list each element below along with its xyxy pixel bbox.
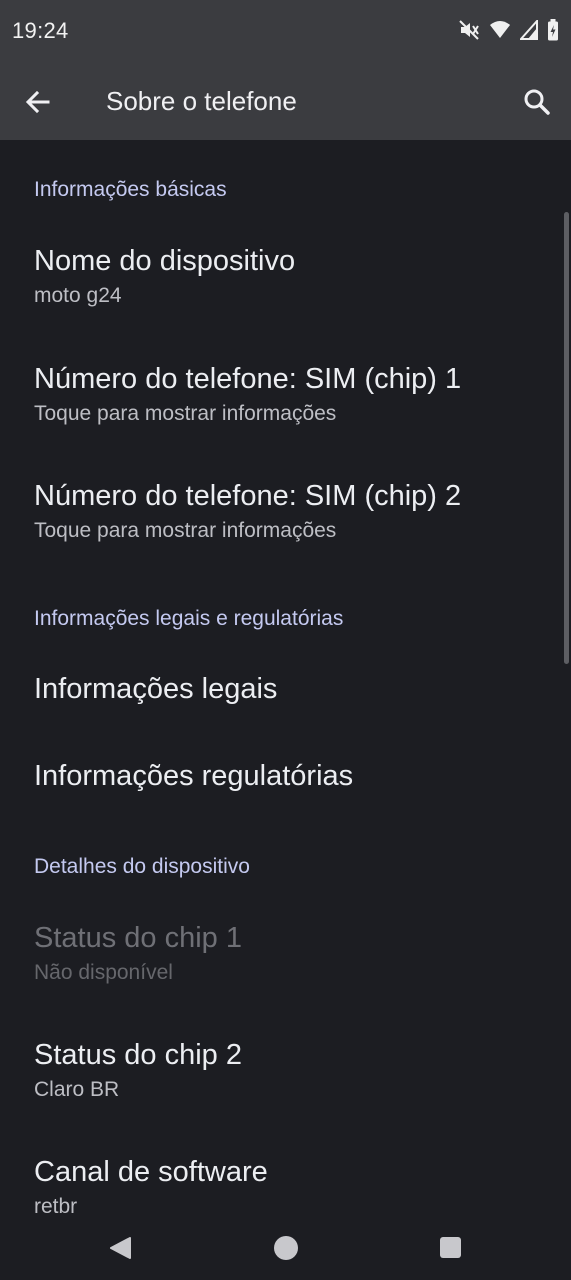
pref-title: Status do chip 2 (34, 1039, 242, 1071)
pref-legal-info[interactable]: Informações legais (34, 671, 544, 707)
section-header-basic: Informações básicas (34, 178, 227, 201)
pref-software-channel[interactable]: Canal de software retbr (34, 1154, 544, 1220)
pref-device-name[interactable]: Nome do dispositivo moto g24 (34, 243, 544, 309)
pref-title: Status do chip 1 (34, 922, 242, 954)
app-bar: Sobre o telefone (0, 64, 571, 140)
pref-summary: Claro BR (34, 1078, 120, 1101)
pref-title: Canal de software (34, 1156, 268, 1188)
pref-phone-number-sim1[interactable]: Número do telefone: SIM (chip) 1 Toque p… (34, 361, 544, 427)
scrollbar[interactable] (564, 212, 569, 664)
pref-title: Número do telefone: SIM (chip) 2 (34, 480, 462, 512)
pref-summary: Não disponível (34, 961, 173, 984)
nav-recents-icon[interactable] (440, 1237, 461, 1258)
status-time: 19:24 (12, 18, 69, 43)
back-arrow-icon (25, 90, 50, 114)
pref-sim2-status[interactable]: Status do chip 2 Claro BR (34, 1037, 544, 1103)
battery-icon (547, 18, 559, 46)
search-button[interactable] (519, 84, 555, 120)
signal-icon (518, 17, 538, 45)
pref-sim1-status: Status do chip 1 Não disponível (34, 920, 544, 986)
mute-vibrate-icon (458, 19, 480, 46)
pref-summary: Toque para mostrar informações (34, 519, 337, 542)
pref-title: Informações regulatórias (34, 760, 354, 792)
pref-summary: Toque para mostrar informações (34, 402, 337, 425)
pref-title: Informações legais (34, 673, 278, 705)
section-header-legal: Informações legais e regulatórias (34, 607, 344, 630)
nav-back-icon[interactable] (108, 1236, 132, 1265)
status-bar: 19:24 (0, 0, 571, 64)
wifi-icon (489, 20, 511, 45)
page-title: Sobre o telefone (106, 86, 297, 116)
pref-phone-number-sim2[interactable]: Número do telefone: SIM (chip) 2 Toque p… (34, 478, 544, 544)
search-icon (524, 89, 550, 115)
pref-summary: moto g24 (34, 284, 122, 307)
back-button[interactable] (20, 84, 56, 120)
pref-title: Número do telefone: SIM (chip) 1 (34, 363, 462, 395)
status-icons (458, 17, 559, 46)
pref-title: Nome do dispositivo (34, 245, 296, 277)
section-header-device: Detalhes do dispositivo (34, 855, 250, 878)
nav-home-icon[interactable] (274, 1236, 298, 1260)
pref-regulatory-info[interactable]: Informações regulatórias (34, 758, 544, 794)
navigation-bar (0, 1216, 571, 1280)
settings-list[interactable]: Informações básicas Nome do dispositivo … (0, 140, 571, 1220)
